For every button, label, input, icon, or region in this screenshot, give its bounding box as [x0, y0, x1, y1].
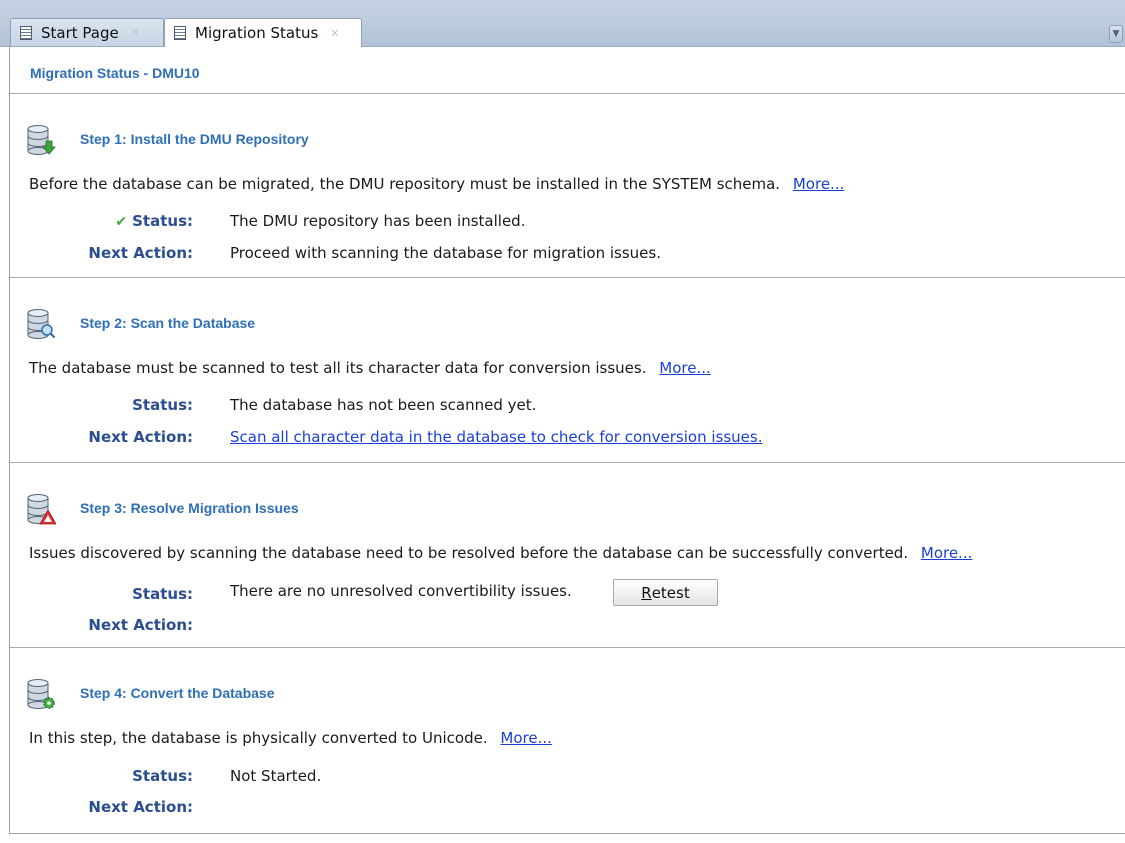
step-3-description: Issues discovered by scanning the databa…: [29, 544, 972, 562]
status-value: The DMU repository has been installed.: [230, 212, 526, 230]
step-2-title: Step 2: Scan the Database: [80, 315, 256, 331]
retest-label: etest: [651, 583, 690, 602]
status-label: Status:: [132, 396, 193, 414]
retest-mnemonic: R: [641, 583, 652, 602]
tab-start-page[interactable]: Start Page ✕: [10, 18, 164, 46]
status-label: Status:: [132, 585, 193, 603]
step-3-title: Step 3: Resolve Migration Issues: [80, 500, 299, 516]
description-text: In this step, the database is physically…: [29, 729, 488, 747]
description-text: Issues discovered by scanning the databa…: [29, 544, 909, 562]
step-1-description: Before the database can be migrated, the…: [29, 175, 844, 193]
scan-database-link[interactable]: Scan all character data in the database …: [230, 428, 762, 446]
step-1-title: Step 1: Install the DMU Repository: [80, 131, 309, 147]
close-icon[interactable]: ✕: [131, 26, 140, 39]
step-4-description: In this step, the database is physically…: [29, 729, 552, 747]
next-action-value: Proceed with scanning the database for m…: [230, 244, 661, 262]
next-action-label: Next Action:: [88, 798, 193, 816]
step-1-section: Step 1: Install the DMU Repository Befor…: [10, 94, 1125, 277]
tab-list-dropdown-icon[interactable]: ▼: [1109, 25, 1123, 43]
migration-status-panel: Migration Status - DMU10 Step 1: Install…: [9, 46, 1125, 834]
status-label: ✔ Status:: [10, 212, 193, 230]
next-action-label: Next Action:: [88, 244, 193, 262]
checkmark-icon: ✔: [115, 214, 128, 230]
description-text: The database must be scanned to test all…: [29, 359, 647, 377]
more-link[interactable]: More...: [500, 729, 552, 747]
tab-migration-status[interactable]: Migration Status ✕: [164, 18, 362, 47]
database-download-icon: [27, 125, 56, 155]
next-action-label: Next Action:: [88, 428, 193, 446]
step-4-title: Step 4: Convert the Database: [80, 685, 275, 701]
tab-bar: Start Page ✕ Migration Status ✕ ▼: [0, 0, 1125, 47]
status-value: The database has not been scanned yet.: [230, 396, 537, 414]
next-action-label: Next Action:: [88, 616, 193, 634]
step-2-section: Step 2: Scan the Database The database m…: [10, 278, 1125, 462]
document-icon: [20, 25, 32, 40]
close-icon[interactable]: ✕: [330, 27, 339, 40]
step-4-section: Step 4: Convert the Database In this ste…: [10, 648, 1125, 834]
step-3-section: Step 3: Resolve Migration Issues Issues …: [10, 463, 1125, 647]
status-label-text: Status:: [132, 212, 193, 230]
database-warning-icon: [27, 494, 56, 525]
tab-label: Start Page: [41, 23, 119, 42]
status-label: Status:: [132, 767, 193, 785]
retest-button[interactable]: Retest: [613, 579, 718, 606]
more-link[interactable]: More...: [793, 175, 845, 193]
page-title: Migration Status - DMU10: [30, 65, 200, 81]
database-search-icon: [27, 309, 56, 339]
status-value: There are no unresolved convertibility i…: [230, 582, 572, 600]
database-convert-icon: [27, 679, 55, 709]
step-2-description: The database must be scanned to test all…: [29, 359, 711, 377]
more-link[interactable]: More...: [921, 544, 973, 562]
description-text: Before the database can be migrated, the…: [29, 175, 781, 193]
more-link[interactable]: More...: [659, 359, 711, 377]
document-icon: [174, 26, 186, 40]
status-value: Not Started.: [230, 767, 322, 785]
tab-label: Migration Status: [195, 24, 319, 42]
